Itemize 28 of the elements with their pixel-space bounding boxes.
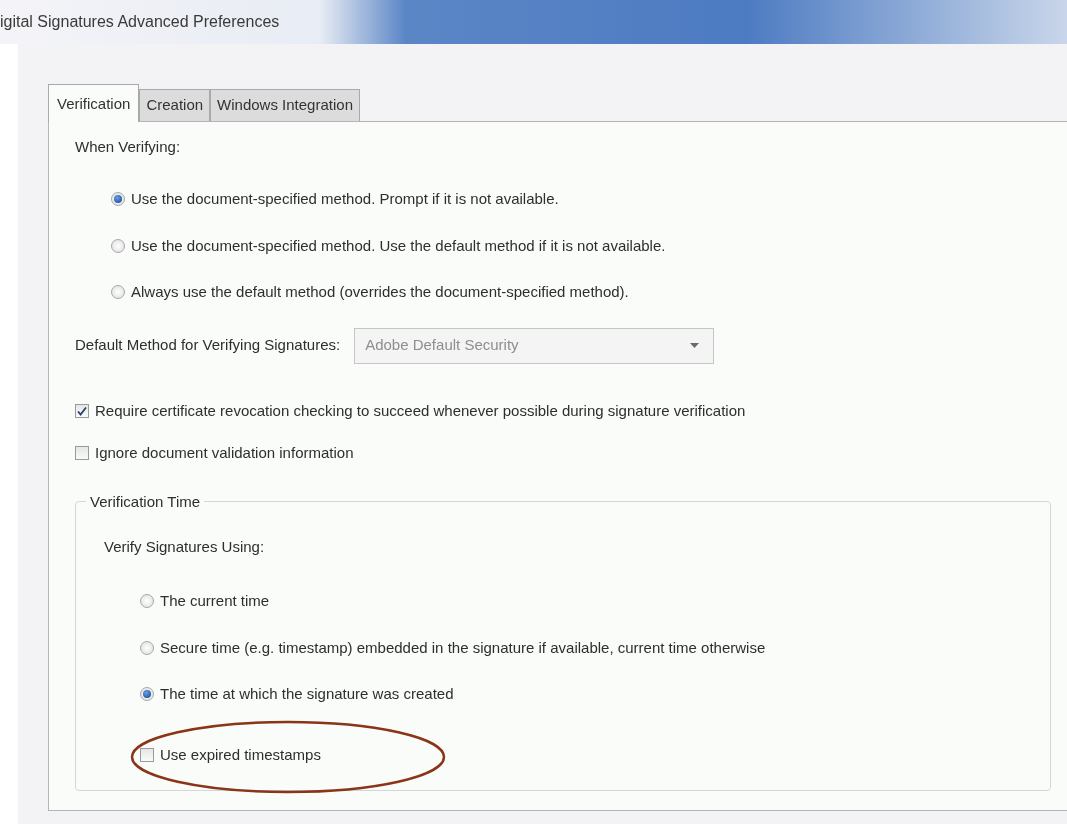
check-icon xyxy=(76,404,88,417)
radio-button[interactable] xyxy=(140,640,154,655)
radio-button[interactable] xyxy=(111,192,125,207)
tab[interactable]: Windows Integration xyxy=(210,89,360,121)
checkbox-label: Ignore document validation information xyxy=(95,443,354,463)
radio-label: The time at which the signature was created xyxy=(160,684,454,704)
radio-button[interactable] xyxy=(140,594,154,609)
checkbox-label: Require certificate revocation checking to succeed whenever possible during signature verification xyxy=(95,400,746,421)
window-title: igital Signatures Advanced Preferences xyxy=(0,12,280,32)
section-label: When Verifying: xyxy=(75,136,182,157)
section-label: Verify Signatures Using: xyxy=(104,536,266,557)
checkbox[interactable] xyxy=(75,446,89,461)
radio-button[interactable] xyxy=(111,285,125,300)
field-label: Default Method for Verifying Signatures: xyxy=(75,335,341,356)
radio-label: Always use the default method (overrides the document-specified method). xyxy=(131,282,629,302)
radio-button[interactable] xyxy=(111,238,125,253)
tab[interactable]: Verification xyxy=(48,84,140,122)
radio-label: Secure time (e.g. timestamp) embedded in the signature if available, current time otherwise xyxy=(160,637,766,658)
radio-label: Use the document-specified method. Prompt if it is not available. xyxy=(131,189,559,209)
radio-label: The current time xyxy=(160,591,270,611)
checkbox[interactable] xyxy=(140,747,154,762)
tab[interactable]: Creation xyxy=(139,89,211,121)
caret-icon xyxy=(690,343,700,348)
radio-label: Use the document-specified method. Use the default method if it is not available. xyxy=(131,235,666,256)
dropdown-value: Adobe Default Security xyxy=(365,335,519,356)
radio-button[interactable] xyxy=(140,687,154,702)
checkbox-label: Use expired timestamps xyxy=(160,744,321,765)
checkbox[interactable] xyxy=(75,403,89,418)
